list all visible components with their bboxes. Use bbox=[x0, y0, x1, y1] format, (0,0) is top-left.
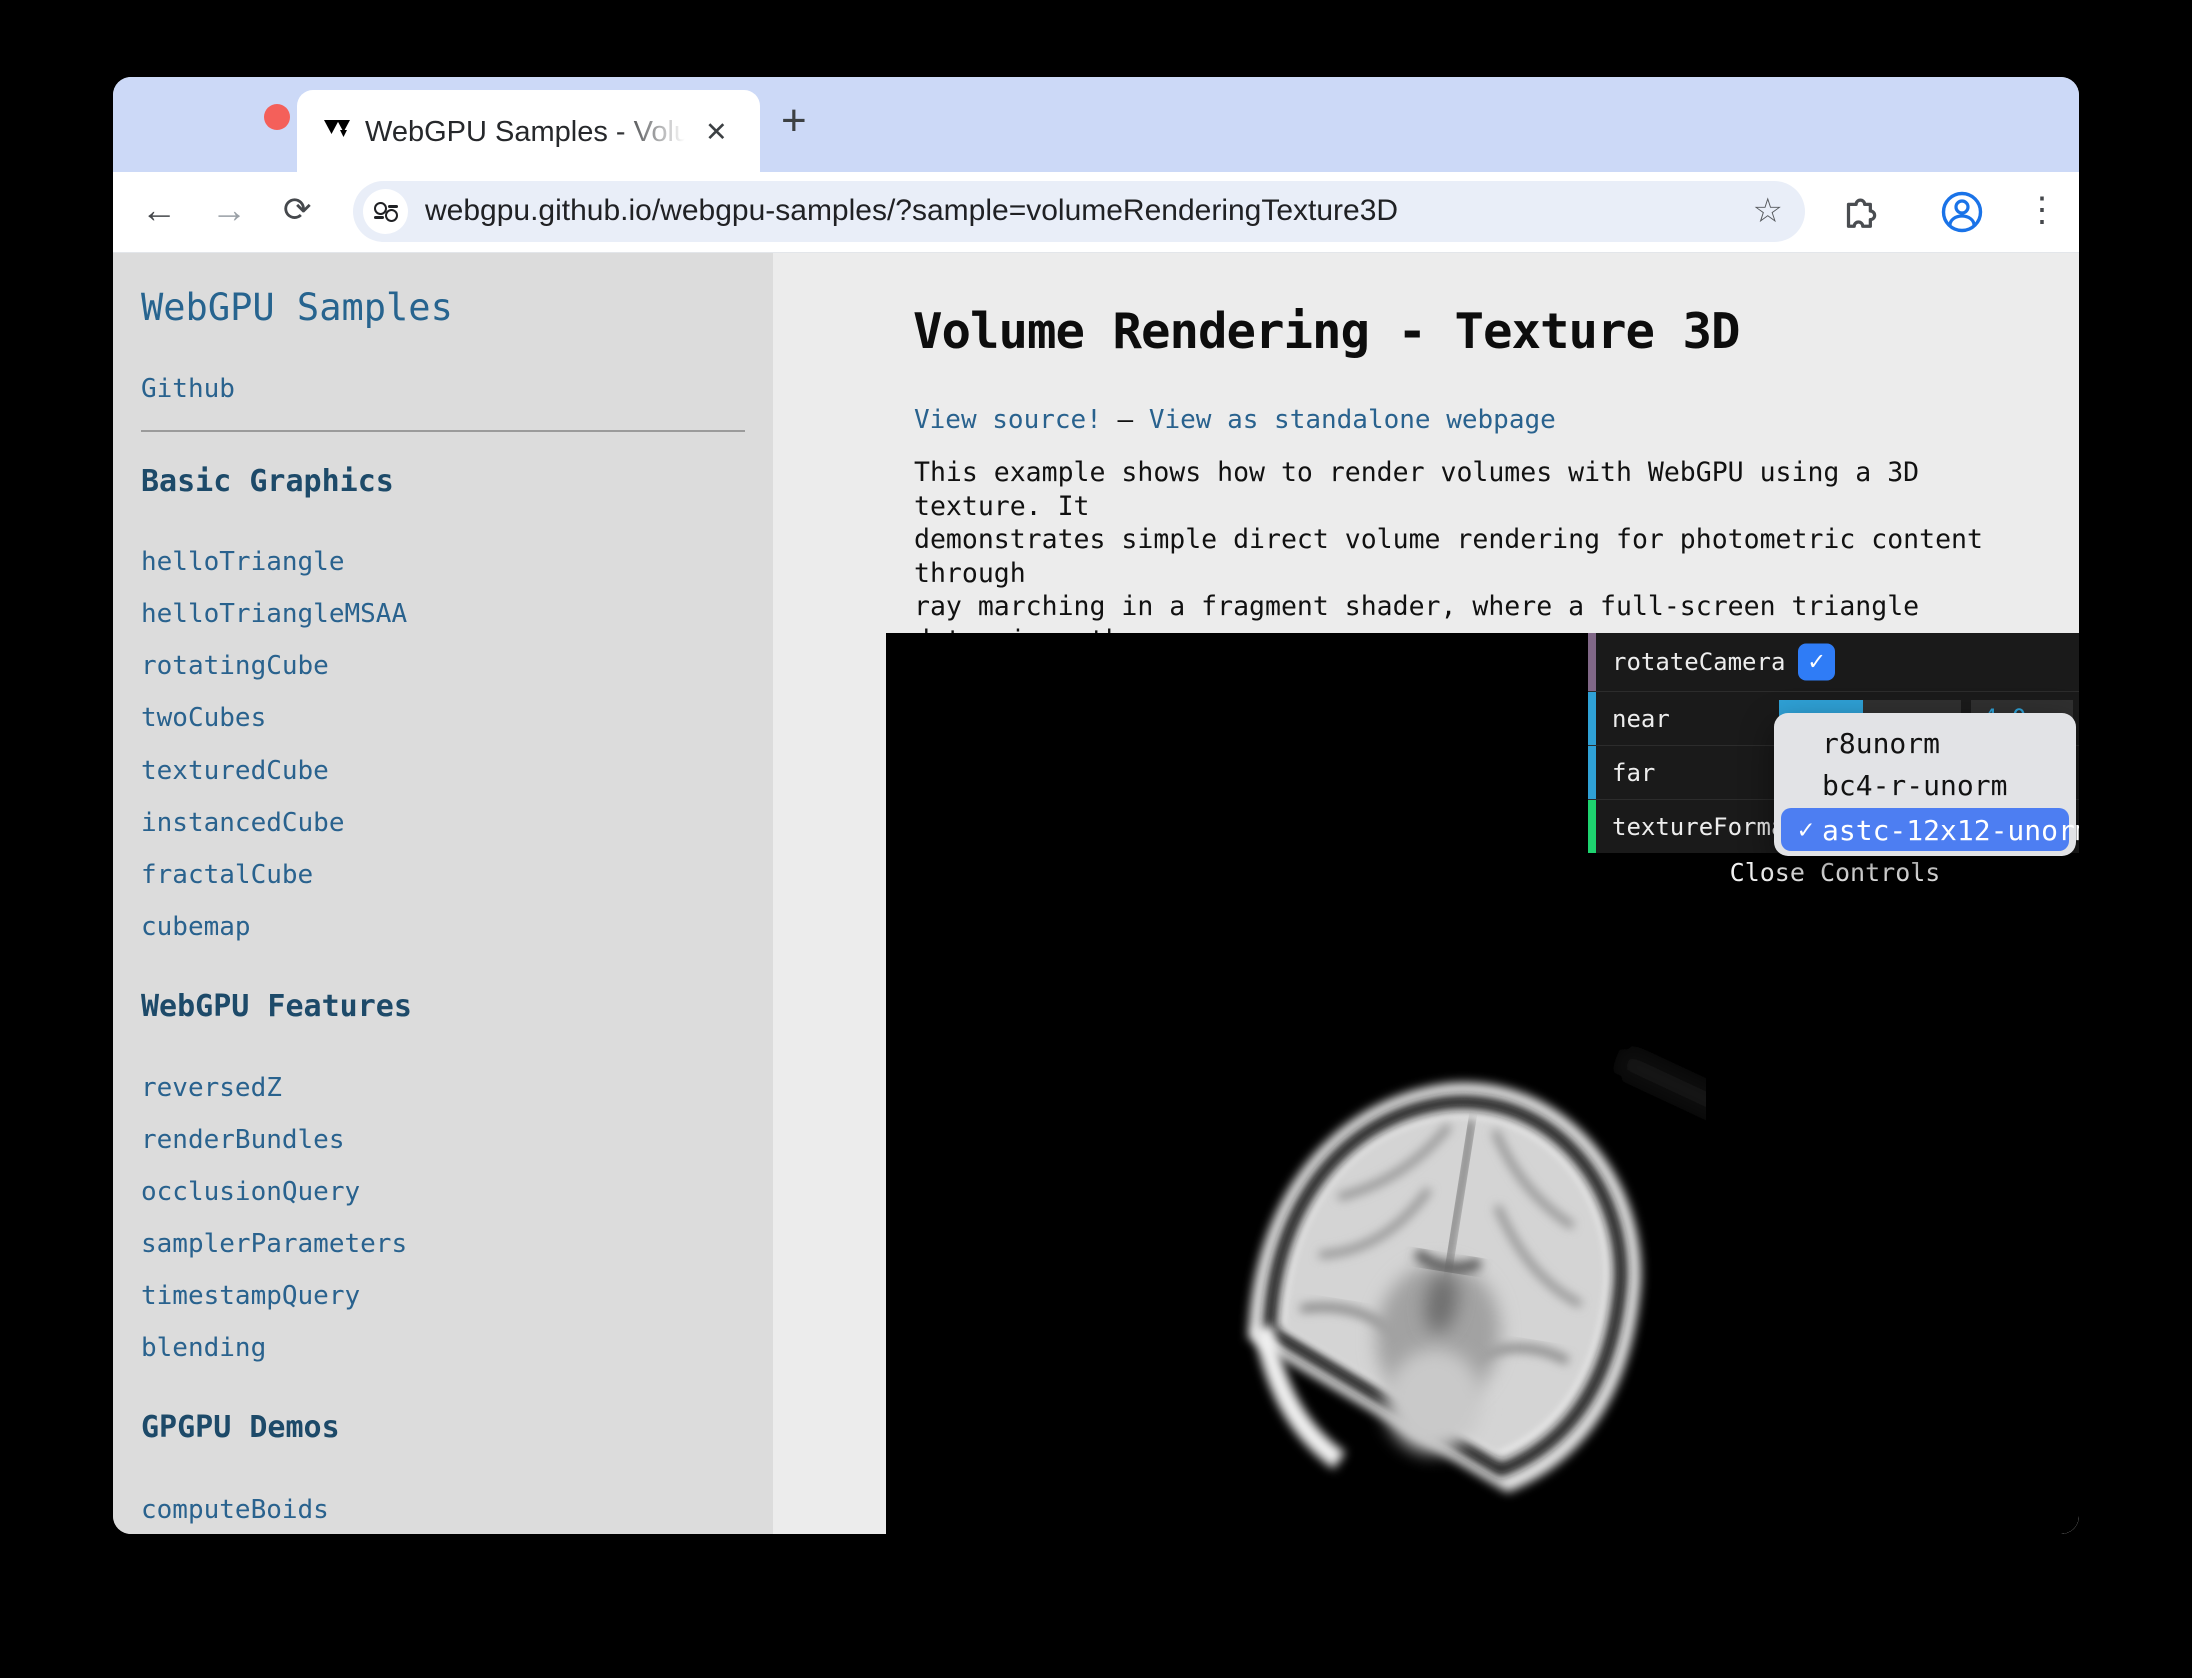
canvas-container: rotateCamera ✓ near 4.0 far bbox=[886, 633, 2079, 1534]
sample-links: View source! — View as standalone webpag… bbox=[914, 405, 1556, 435]
boolean-strip bbox=[1588, 633, 1596, 691]
sidebar-item-occlusionQuery[interactable]: occlusionQuery bbox=[141, 1177, 360, 1207]
sidebar-item-rotatingCube[interactable]: rotatingCube bbox=[141, 651, 329, 681]
dropdown-option-r8unorm[interactable]: r8unorm bbox=[1822, 727, 1940, 760]
tab-strip: WebGPU Samples - Volume R ✕ + bbox=[113, 77, 2079, 172]
sidebar-item-fractalCube[interactable]: fractalCube bbox=[141, 860, 313, 890]
sidebar-item-instancedCube[interactable]: instancedCube bbox=[141, 808, 345, 838]
gui-label-textureFormat: textureFormat bbox=[1612, 813, 1800, 841]
site-settings-button[interactable] bbox=[363, 189, 408, 234]
close-controls-button[interactable]: Close Controls bbox=[1588, 853, 2079, 897]
sidebar-item-blending[interactable]: blending bbox=[141, 1333, 266, 1363]
sidebar-item-cubemap[interactable]: cubemap bbox=[141, 912, 251, 942]
sample-main: Volume Rendering - Texture 3D View sourc… bbox=[773, 253, 2079, 1534]
browser-tab[interactable]: WebGPU Samples - Volume R ✕ bbox=[297, 90, 760, 172]
samples-sidebar: WebGPU Samples Github Basic Graphics hel… bbox=[113, 253, 773, 1534]
number-strip bbox=[1588, 692, 1596, 745]
tab-title-fade bbox=[617, 114, 697, 150]
gui-label-near: near bbox=[1612, 705, 1670, 733]
sidebar-item-renderBundles[interactable]: renderBundles bbox=[141, 1125, 345, 1155]
view-source-link[interactable]: View source! bbox=[914, 405, 1102, 435]
page-content: WebGPU Samples Github Basic Graphics hel… bbox=[113, 253, 2079, 1534]
address-bar[interactable]: webgpu.github.io/webgpu-samples/?sample=… bbox=[353, 181, 1805, 242]
browser-toolbar: ← → ⟳ webgpu.github.io/webgpu-samples/?s… bbox=[113, 172, 2079, 253]
sidebar-item-timestampQuery[interactable]: timestampQuery bbox=[141, 1281, 360, 1311]
tab-close-icon[interactable]: ✕ bbox=[705, 114, 728, 150]
extensions-icon[interactable] bbox=[1839, 193, 1877, 231]
section-gpgpu-demos: GPGPU Demos bbox=[141, 1410, 340, 1445]
dropdown-option-selected[interactable]: ✓ astc-12x12-unorm bbox=[1781, 808, 2069, 851]
string-strip bbox=[1588, 800, 1596, 853]
section-basic-graphics: Basic Graphics bbox=[141, 464, 394, 499]
sidebar-divider bbox=[141, 430, 745, 432]
webgpu-logo-icon bbox=[323, 117, 353, 143]
brain-mri-render bbox=[1186, 1013, 1706, 1533]
profile-avatar-icon[interactable] bbox=[1940, 190, 1984, 234]
standalone-link[interactable]: View as standalone webpage bbox=[1149, 405, 1556, 435]
browser-window: WebGPU Samples - Volume R ✕ + ← → ⟳ webg… bbox=[113, 77, 2079, 1534]
sidebar-item-texturedCube[interactable]: texturedCube bbox=[141, 756, 329, 786]
link-separator-dash: — bbox=[1118, 405, 1134, 435]
bookmark-star-icon[interactable]: ☆ bbox=[1753, 191, 1783, 231]
sidebar-item-helloTriangle[interactable]: helloTriangle bbox=[141, 547, 345, 577]
sidebar-item-twoCubes[interactable]: twoCubes bbox=[141, 703, 266, 733]
tune-icon bbox=[374, 202, 398, 222]
rotateCamera-checkbox[interactable]: ✓ bbox=[1798, 644, 1835, 681]
page-title: Volume Rendering - Texture 3D bbox=[913, 303, 1740, 360]
webgpu-canvas[interactable]: rotateCamera ✓ near 4.0 far bbox=[886, 633, 2079, 1534]
github-link[interactable]: Github bbox=[141, 374, 235, 404]
textureFormat-dropdown: r8unorm bc4-r-unorm ✓ astc-12x12-unorm bbox=[1774, 713, 2076, 856]
dropdown-selected-label: astc-12x12-unorm bbox=[1822, 814, 2079, 847]
description-line: demonstrates simple direct volume render… bbox=[914, 523, 2044, 590]
sidebar-item-reversedZ[interactable]: reversedZ bbox=[141, 1073, 282, 1103]
sidebar-title[interactable]: WebGPU Samples bbox=[141, 286, 453, 329]
description-line: This example shows how to render volumes… bbox=[914, 456, 2044, 523]
sidebar-item-helloTriangleMSAA[interactable]: helloTriangleMSAA bbox=[141, 599, 407, 629]
link-separator2 bbox=[1133, 405, 1149, 435]
forward-icon: → bbox=[211, 186, 247, 234]
back-icon[interactable]: ← bbox=[141, 186, 177, 234]
reload-icon[interactable]: ⟳ bbox=[283, 186, 312, 234]
gui-label-rotateCamera: rotateCamera bbox=[1612, 648, 1785, 676]
dropdown-option-bc4-r-unorm[interactable]: bc4-r-unorm bbox=[1822, 769, 2007, 802]
browser-menu-icon[interactable]: ⋮ bbox=[2025, 186, 2059, 234]
sidebar-item-computeBoids[interactable]: computeBoids bbox=[141, 1495, 329, 1525]
gui-label-far: far bbox=[1612, 759, 1655, 787]
number-strip bbox=[1588, 746, 1596, 799]
new-tab-button[interactable]: + bbox=[781, 99, 807, 143]
url-text[interactable]: webgpu.github.io/webgpu-samples/?sample=… bbox=[425, 194, 1398, 228]
link-separator bbox=[1102, 405, 1118, 435]
close-window-button[interactable] bbox=[264, 104, 290, 130]
gui-row-rotateCamera: rotateCamera ✓ bbox=[1588, 633, 2079, 692]
selected-check-icon: ✓ bbox=[1798, 815, 1814, 845]
section-webgpu-features: WebGPU Features bbox=[141, 989, 412, 1024]
sidebar-item-samplerParameters[interactable]: samplerParameters bbox=[141, 1229, 407, 1259]
